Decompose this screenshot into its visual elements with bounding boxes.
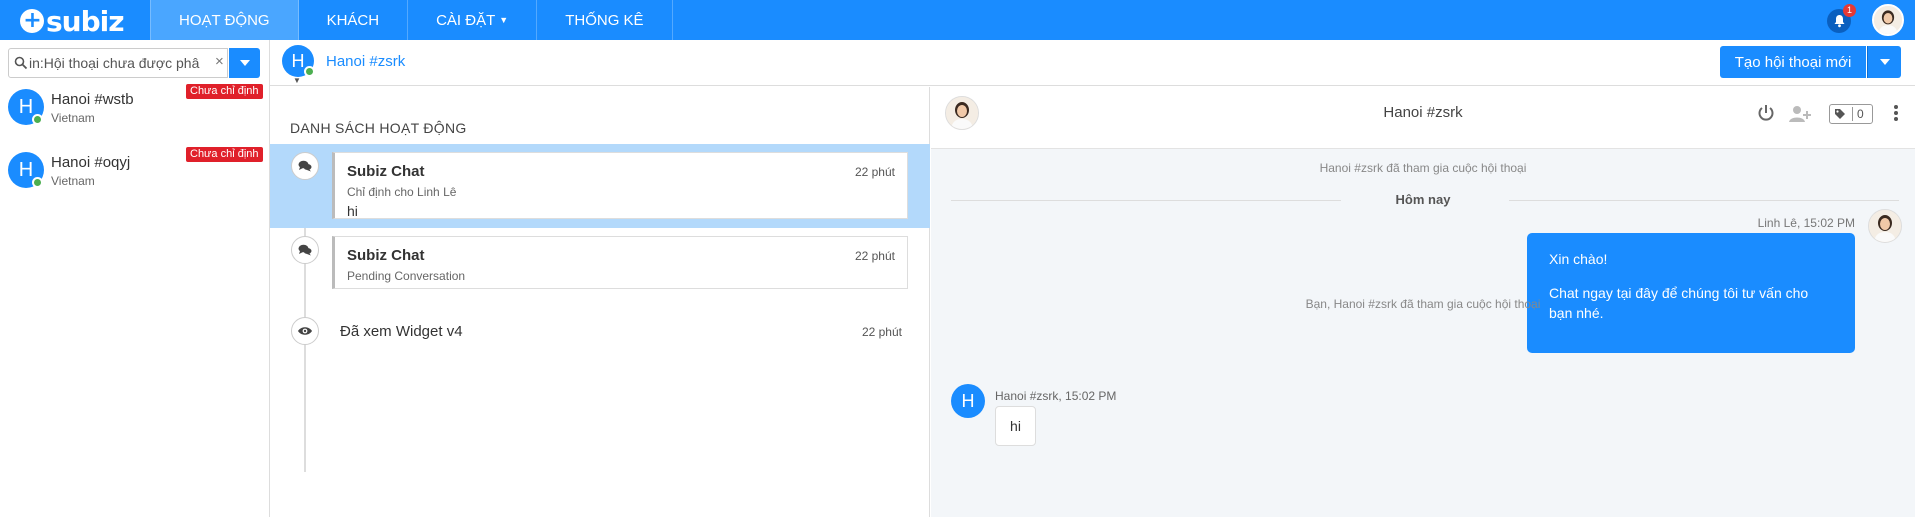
activity-card-subtitle: Pending Conversation	[347, 269, 466, 283]
clear-icon[interactable]: ×	[215, 53, 224, 70]
unassigned-badge: Chưa chỉ định	[186, 147, 263, 162]
unassigned-badge: Chưa chỉ định	[186, 84, 263, 99]
activity-title-text: Đã xem Widget v4	[340, 323, 463, 340]
power-icon[interactable]	[1757, 104, 1775, 122]
logo-plus-icon: +	[20, 9, 44, 33]
system-message: Hanoi #zsrk đã tham gia cuộc hội thoại	[1319, 161, 1527, 175]
activity-title: DANH SÁCH HOẠT ĐỘNG	[290, 120, 467, 136]
tag-icon	[1835, 109, 1845, 119]
activity-time: 22 phút	[854, 165, 895, 179]
chevron-down-icon: ▼	[499, 15, 509, 25]
activity-card-title: Subiz Chat	[347, 247, 425, 264]
system-message: Bạn, Hanoi #zsrk đã tham gia cuộc hội th…	[1305, 297, 1541, 311]
conversation-sidebar: × H Hanoi #wstb Vietnam Chưa chỉ định H …	[0, 40, 270, 517]
nav-customers-label: KHÁCH	[326, 11, 380, 29]
customer-message-meta: Hanoi #zsrk, 15:02 PM	[995, 389, 1117, 403]
eye-icon	[291, 317, 319, 345]
chat-bubbles-icon	[291, 236, 319, 264]
conversation-item[interactable]: H Hanoi #wstb Vietnam Chưa chỉ định	[0, 81, 269, 143]
filter-dropdown-button[interactable]	[229, 48, 260, 78]
search-input[interactable]	[29, 53, 213, 73]
chevron-down-icon	[239, 60, 250, 66]
agent-message-line: Xin chào!	[1549, 251, 1608, 267]
activity-panel: DANH SÁCH HOẠT ĐỘNG Subiz Chat Chỉ định …	[270, 87, 930, 517]
visitor-header: H ▼ Hanoi #zsrk Tạo hội thoại mới	[270, 40, 1915, 86]
nav-activity[interactable]: HOẠT ĐỘNG	[150, 0, 299, 40]
nav-reports[interactable]: THỐNG KÊ	[537, 0, 673, 40]
subiz-logo[interactable]: + subiz	[20, 4, 125, 38]
notification-badge: 1	[1843, 4, 1856, 17]
chevron-down-icon[interactable]: ▼	[293, 76, 301, 85]
more-vertical-icon[interactable]	[1893, 104, 1899, 122]
day-label: Hôm nay	[1395, 192, 1451, 207]
chevron-down-icon	[1879, 59, 1890, 65]
user-avatar[interactable]	[1872, 4, 1904, 36]
chat-bubbles-icon	[291, 152, 319, 180]
activity-card-title: Subiz Chat	[347, 163, 425, 180]
activity-card-message: hi	[347, 203, 358, 219]
conversation-item[interactable]: H Hanoi #oqyj Vietnam Chưa chỉ định	[0, 144, 269, 206]
activity-card[interactable]: Subiz Chat Pending Conversation 22 phút	[332, 236, 908, 289]
activity-item[interactable]: Đã xem Widget v4 22 phút	[270, 312, 930, 362]
activity-item[interactable]: Subiz Chat Chỉ định cho Linh Lê hi 22 ph…	[270, 144, 930, 228]
conversation-location: Vietnam	[51, 174, 95, 188]
conversation-name: Hanoi #wstb	[51, 91, 134, 108]
activity-time: 22 phút	[854, 249, 895, 263]
activity-card[interactable]: Subiz Chat Chỉ định cho Linh Lê hi 22 ph…	[332, 152, 908, 219]
nav-customers[interactable]: KHÁCH	[299, 0, 409, 40]
new-conversation-dropdown[interactable]	[1867, 46, 1901, 78]
tag-count: 0	[1852, 107, 1864, 121]
add-user-icon[interactable]	[1788, 105, 1812, 123]
chat-panel: Hanoi #zsrk 0 Hanoi #zsrk đã tham gia cu…	[931, 87, 1915, 517]
nav-settings[interactable]: CÀI ĐẶT ▼	[408, 0, 538, 40]
new-conversation-button[interactable]: Tạo hội thoại mới	[1720, 46, 1866, 78]
search-box[interactable]: ×	[8, 48, 228, 78]
activity-item[interactable]: Subiz Chat Pending Conversation 22 phút	[270, 228, 930, 312]
nav-reports-label: THỐNG KÊ	[565, 11, 644, 29]
agent-message-bubble: Xin chào! Chat ngay tại đây để chúng tôi…	[1527, 233, 1855, 353]
search-icon	[14, 56, 28, 70]
conversation-location: Vietnam	[51, 111, 95, 125]
online-indicator	[32, 177, 43, 188]
nav-settings-label: CÀI ĐẶT	[436, 11, 496, 29]
logo-text: subiz	[46, 4, 125, 38]
customer-avatar: H	[951, 384, 985, 418]
agent-message-meta: Linh Lê, 15:02 PM	[1757, 216, 1855, 230]
agent-avatar	[1868, 209, 1902, 243]
main-nav: HOẠT ĐỘNG KHÁCH CÀI ĐẶT ▼ THỐNG KÊ	[150, 0, 673, 40]
chat-header: Hanoi #zsrk 0	[931, 87, 1915, 149]
top-navbar: + subiz HOẠT ĐỘNG KHÁCH CÀI ĐẶT ▼ THỐNG K…	[0, 0, 1915, 40]
activity-time: 22 phút	[861, 325, 902, 339]
online-indicator	[304, 66, 315, 77]
activity-card-subtitle: Chỉ định cho Linh Lê	[347, 185, 457, 199]
nav-activity-label: HOẠT ĐỘNG	[179, 11, 270, 29]
visitor-name-link[interactable]: Hanoi #zsrk	[326, 53, 405, 70]
tag-button[interactable]: 0	[1829, 104, 1873, 124]
conversation-name: Hanoi #oqyj	[51, 154, 131, 171]
online-indicator	[32, 114, 43, 125]
customer-message-bubble: hi	[995, 406, 1036, 446]
